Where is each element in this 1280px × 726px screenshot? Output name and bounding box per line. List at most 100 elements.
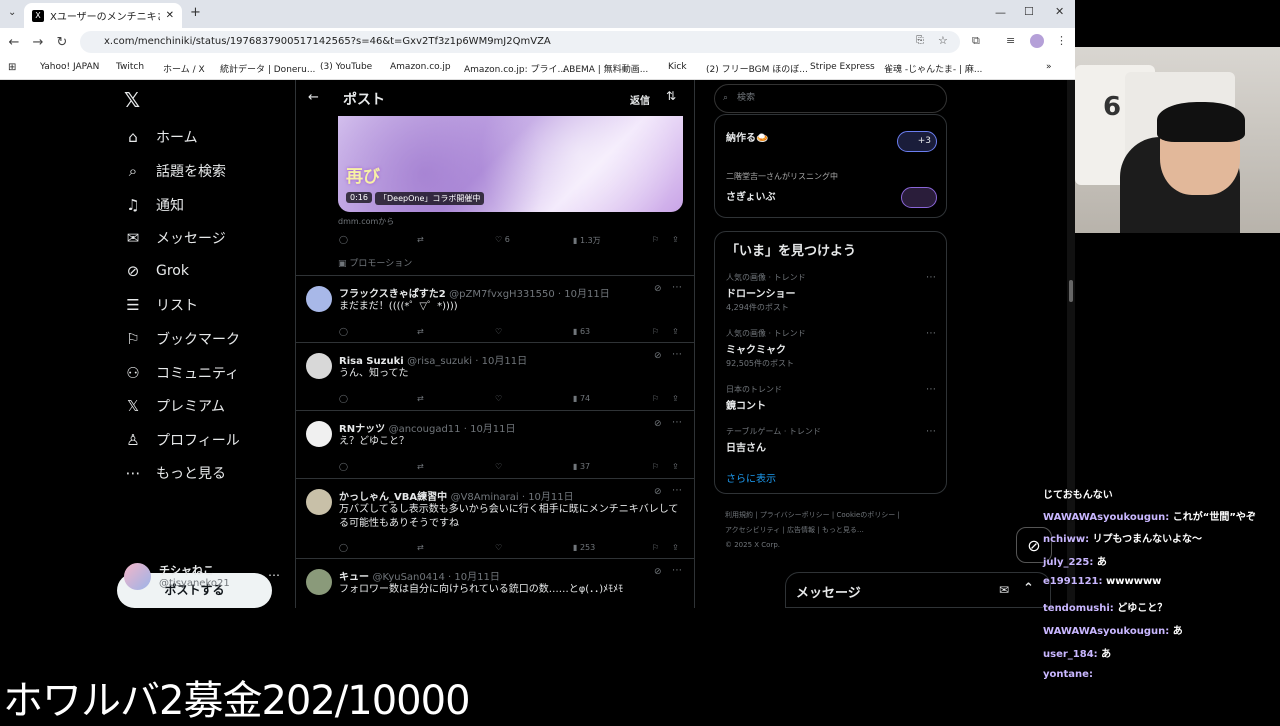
author-name[interactable]: キュー <box>339 572 369 583</box>
show-more-link[interactable]: さらに表示 <box>726 470 776 485</box>
views-icon[interactable]: ▮ 253 <box>573 543 595 552</box>
reply-icon[interactable]: ◯ <box>339 327 348 336</box>
reply-post[interactable]: かっしゃん_VBA練習中 @V8Aminarai · 10月11日 ⊘ ⋯ 万バズして… <box>296 478 694 558</box>
author-name[interactable]: RNナッツ <box>339 424 385 435</box>
grok-explain-icon[interactable]: ⊘ <box>654 351 662 361</box>
media-icon[interactable]: ≡ <box>1006 34 1015 47</box>
like-icon[interactable]: ♡ <box>495 394 502 403</box>
back-icon[interactable]: ← <box>2 35 26 50</box>
avatar[interactable] <box>306 286 332 312</box>
space-listeners[interactable]: +3 <box>897 131 937 152</box>
avatar[interactable] <box>306 421 332 447</box>
nav-bookmarks[interactable]: ⚐ ブックマーク <box>124 329 240 349</box>
space-title[interactable]: さぎょいぶ <box>726 188 776 203</box>
tab-search-icon[interactable]: ⌄ <box>8 7 16 18</box>
trend-item[interactable]: テーブルゲーム · トレンド 日吉さん ⋯ <box>726 426 936 454</box>
post-date[interactable]: 10月11日 <box>528 492 573 503</box>
install-icon[interactable]: ⎘ <box>916 35 924 46</box>
footer-link[interactable]: もっと見る… <box>822 526 864 534</box>
bookmark-item[interactable]: Yahoo! JAPAN <box>40 62 99 72</box>
reply-icon[interactable]: ◯ <box>339 394 348 403</box>
nav-home[interactable]: ⌂ ホーム <box>124 127 197 147</box>
minimize-icon[interactable]: — <box>995 6 1006 19</box>
reply-post[interactable]: キュー @KyuSan0414 · 10月11日 ⊘ ⋯ フォロワー数は自分に向けられ… <box>296 558 694 608</box>
post-more-icon[interactable]: ⋯ <box>672 282 682 293</box>
menu-icon[interactable]: ⋮ <box>1056 34 1067 47</box>
like-icon[interactable]: ♡ <box>495 327 502 336</box>
post-more-icon[interactable]: ⋯ <box>672 417 682 428</box>
avatar[interactable] <box>306 489 332 515</box>
footer-link[interactable]: プライバシーポリシー <box>760 511 830 519</box>
repost-icon[interactable]: ⇄ <box>417 327 424 336</box>
repost-icon[interactable]: ⇄ <box>417 235 424 244</box>
nav-messages[interactable]: ✉ メッセージ <box>124 228 226 248</box>
footer-link[interactable]: 広告情報 <box>787 526 815 534</box>
views-icon[interactable]: ▮ 63 <box>573 327 590 336</box>
views-icon[interactable]: ▮ 37 <box>573 462 590 471</box>
post-date[interactable]: 10月11日 <box>564 289 609 300</box>
bookmark-item[interactable]: 統計データ | Doneru... <box>220 62 315 75</box>
reply-post[interactable]: フラックスきゃぱすた2 @pZM7fvxgH331550 · 10月11日 ⊘ ⋯ ま… <box>296 275 694 342</box>
grok-explain-icon[interactable]: ⊘ <box>654 284 662 294</box>
nav-explore[interactable]: ⌕ 話題を検索 <box>124 161 226 181</box>
nav-more[interactable]: ⋯ もっと見る <box>124 463 227 483</box>
repost-icon[interactable]: ⇄ <box>417 394 424 403</box>
reply-post[interactable]: RNナッツ @ancougad11 · 10月11日 ⊘ ⋯ え？どゆこと？ ◯ ⇄ ♡ ▮ … <box>296 410 694 478</box>
bookmark-item[interactable]: (3) YouTube <box>320 62 372 72</box>
like-icon[interactable]: ♡ <box>495 462 502 471</box>
scrollbar-thumb[interactable] <box>1069 280 1073 302</box>
post-more-icon[interactable]: ⋯ <box>672 349 682 360</box>
share-icon[interactable]: ⇪ <box>672 394 679 403</box>
views-icon[interactable]: ▮ 74 <box>573 394 590 403</box>
more-bookmarks-icon[interactable]: » <box>1046 62 1052 72</box>
tab-active[interactable]: X Xユーザーのメンチニキさん:「まって割 ✕ <box>24 3 182 28</box>
share-icon[interactable]: ⇪ <box>672 327 679 336</box>
bookmark-icon[interactable]: ⚐ <box>652 394 659 403</box>
url-field[interactable]: x.com/menchiniki/status/1976837900517142… <box>80 31 960 53</box>
bookmark-icon[interactable]: ⚐ <box>652 462 659 471</box>
reply-button[interactable]: 返信 <box>630 92 650 107</box>
bookmark-item[interactable]: Amazon.co.jp: プライ... <box>464 62 566 75</box>
nav-premium[interactable]: 𝕏 プレミアム <box>124 396 225 416</box>
repost-icon[interactable]: ⇄ <box>417 543 424 552</box>
like-icon[interactable]: ♡ 6 <box>495 235 510 244</box>
trend-more-icon[interactable]: ⋯ <box>926 328 936 339</box>
author-name[interactable]: Risa Suzuki <box>339 356 404 367</box>
bookmark-icon[interactable]: ⚐ <box>652 543 659 552</box>
maximize-icon[interactable]: ☐ <box>1024 5 1034 18</box>
author-name[interactable]: フラックスきゃぱすた2 <box>339 289 446 300</box>
trend-more-icon[interactable]: ⋯ <box>926 426 936 437</box>
nav-communities[interactable]: ⚇ コミュニティ <box>124 363 239 383</box>
bookmark-item[interactable]: Twitch <box>116 62 144 72</box>
share-icon[interactable]: ⇪ <box>672 235 679 244</box>
repost-icon[interactable]: ⇄ <box>417 462 424 471</box>
bookmark-star-icon[interactable]: ☆ <box>938 34 948 47</box>
avatar[interactable] <box>306 569 332 595</box>
trend-item[interactable]: 日本のトレンド 鏡コント ⋯ <box>726 384 936 412</box>
promo-video[interactable]: 再び 0:16 「DeepOne」コラボ開催中 <box>338 116 683 212</box>
nav-notifications[interactable]: ♫ 通知 <box>124 195 184 215</box>
window-close-icon[interactable]: ✕ <box>1055 5 1064 18</box>
footer-link[interactable]: 利用規約 <box>725 511 753 519</box>
x-logo-icon[interactable]: 𝕏 <box>124 88 140 112</box>
grok-explain-icon[interactable]: ⊘ <box>654 567 662 577</box>
like-icon[interactable]: ♡ <box>495 543 502 552</box>
messages-drawer[interactable]: メッセージ ✉ ⌃ <box>785 572 1051 608</box>
trend-item[interactable]: 人気の画像 · トレンド ドローンショー 4,294件のポスト ⋯ <box>726 272 936 313</box>
user-avatar[interactable] <box>124 563 151 590</box>
bookmark-item[interactable]: Amazon.co.jp <box>390 62 451 72</box>
bookmark-item[interactable]: 雀魂 -じゃんたま- | 麻... <box>884 62 982 75</box>
grok-explain-icon[interactable]: ⊘ <box>654 419 662 429</box>
trend-more-icon[interactable]: ⋯ <box>926 272 936 283</box>
profile-avatar[interactable] <box>1030 34 1044 48</box>
extensions-icon[interactable]: ⧉ <box>972 34 980 48</box>
reply-post[interactable]: Risa Suzuki @risa_suzuki · 10月11日 ⊘ ⋯ うん、知っ… <box>296 342 694 410</box>
trend-item[interactable]: 人気の画像 · トレンド ミャクミャク 92,505件のポスト ⋯ <box>726 328 936 369</box>
new-tab-button[interactable]: + <box>190 5 201 20</box>
space-title[interactable]: 納作る🍛 <box>726 129 768 144</box>
grok-explain-icon[interactable]: ⊘ <box>654 487 662 497</box>
post-date[interactable]: 10月11日 <box>482 356 527 367</box>
bookmark-icon[interactable]: ⚐ <box>652 235 659 244</box>
avatar[interactable] <box>306 353 332 379</box>
new-message-icon[interactable]: ✉ <box>999 583 1009 597</box>
